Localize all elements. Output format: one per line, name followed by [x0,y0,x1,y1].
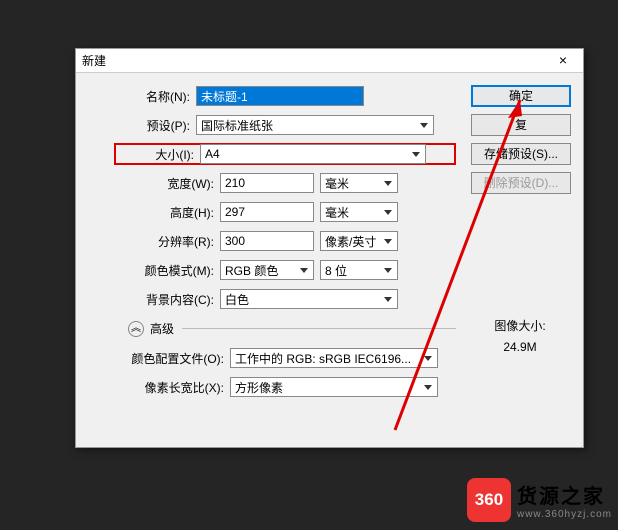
bgcontent-label: 背景内容(C): [86,291,220,308]
name-input[interactable] [196,86,364,106]
resolution-unit: 像素/英寸 [325,233,376,250]
height-unit: 毫米 [325,204,349,221]
dialog-title: 新建 [82,52,549,69]
colormode-row: 颜色模式(M): RGB 颜色 8 位 [86,259,456,281]
resolution-label: 分辨率(R): [86,233,220,250]
watermark: 360 货源之家 www.360hyzj.com [467,478,612,522]
image-size-value: 24.9M [475,340,565,354]
profile-row: 颜色配置文件(O): 工作中的 RGB: sRGB IEC6196... [86,347,456,369]
colordepth-select[interactable]: 8 位 [320,260,398,280]
aspect-select[interactable]: 方形像素 [230,377,438,397]
width-row: 宽度(W): 毫米 [86,172,456,194]
width-unit-select[interactable]: 毫米 [320,173,398,193]
watermark-badge: 360 [467,478,511,522]
height-label: 高度(H): [86,204,220,221]
name-row: 名称(N): [86,85,456,107]
resolution-unit-select[interactable]: 像素/英寸 [320,231,398,251]
size-select[interactable]: A4 [200,144,426,164]
height-row: 高度(H): 毫米 [86,201,456,223]
height-unit-select[interactable]: 毫米 [320,202,398,222]
bgcontent-select[interactable]: 白色 [220,289,398,309]
profile-select[interactable]: 工作中的 RGB: sRGB IEC6196... [230,348,438,368]
preset-label: 预设(P): [86,117,196,134]
colordepth-value: 8 位 [325,262,347,279]
divider [182,328,456,329]
advanced-label: 高级 [150,320,174,337]
dialog-content: 名称(N): 预设(P): 国际标准纸张 大小(I): A4 宽度(W): 毫米… [76,73,583,417]
colormode-value: RGB 颜色 [225,262,278,279]
watermark-url: www.360hyzj.com [517,509,612,520]
delete-preset-button[interactable]: 删除预设(D)... [471,172,571,194]
aspect-row: 像素长宽比(X): 方形像素 [86,376,456,398]
new-document-dialog: 新建 × 名称(N): 预设(P): 国际标准纸张 大小(I): A4 宽度(W… [75,48,584,448]
colormode-label: 颜色模式(M): [86,262,220,279]
ok-button[interactable]: 确定 [471,85,571,107]
watermark-title: 货源之家 [517,480,612,509]
width-unit: 毫米 [325,175,349,192]
advanced-header[interactable]: ︽ 高级 [128,320,456,337]
width-input[interactable] [220,173,314,193]
aspect-value: 方形像素 [235,379,283,396]
size-label: 大小(I): [122,146,200,163]
size-row-highlight: 大小(I): A4 [114,143,456,165]
preset-select[interactable]: 国际标准纸张 [196,115,434,135]
name-label: 名称(N): [86,88,196,105]
button-column: 确定 复 存储预设(S)... 删除预设(D)... [471,85,571,201]
preset-value: 国际标准纸张 [201,117,273,134]
save-preset-button[interactable]: 存储预设(S)... [471,143,571,165]
bgcontent-row: 背景内容(C): 白色 [86,288,456,310]
width-label: 宽度(W): [86,175,220,192]
aspect-label: 像素长宽比(X): [86,379,230,396]
cancel-button[interactable]: 复 [471,114,571,136]
height-input[interactable] [220,202,314,222]
resolution-row: 分辨率(R): 像素/英寸 [86,230,456,252]
profile-label: 颜色配置文件(O): [86,350,230,367]
titlebar: 新建 × [76,49,583,73]
close-icon[interactable]: × [549,52,577,70]
colormode-select[interactable]: RGB 颜色 [220,260,314,280]
resolution-input[interactable] [220,231,314,251]
profile-value: 工作中的 RGB: sRGB IEC6196... [235,350,411,367]
size-value: A4 [205,147,220,161]
watermark-text: 货源之家 www.360hyzj.com [517,480,612,520]
chevron-up-icon: ︽ [128,321,144,337]
image-size-info: 图像大小: 24.9M [475,317,565,360]
preset-row: 预设(P): 国际标准纸张 [86,114,456,136]
image-size-label: 图像大小: [475,317,565,334]
bgcontent-value: 白色 [225,291,249,308]
